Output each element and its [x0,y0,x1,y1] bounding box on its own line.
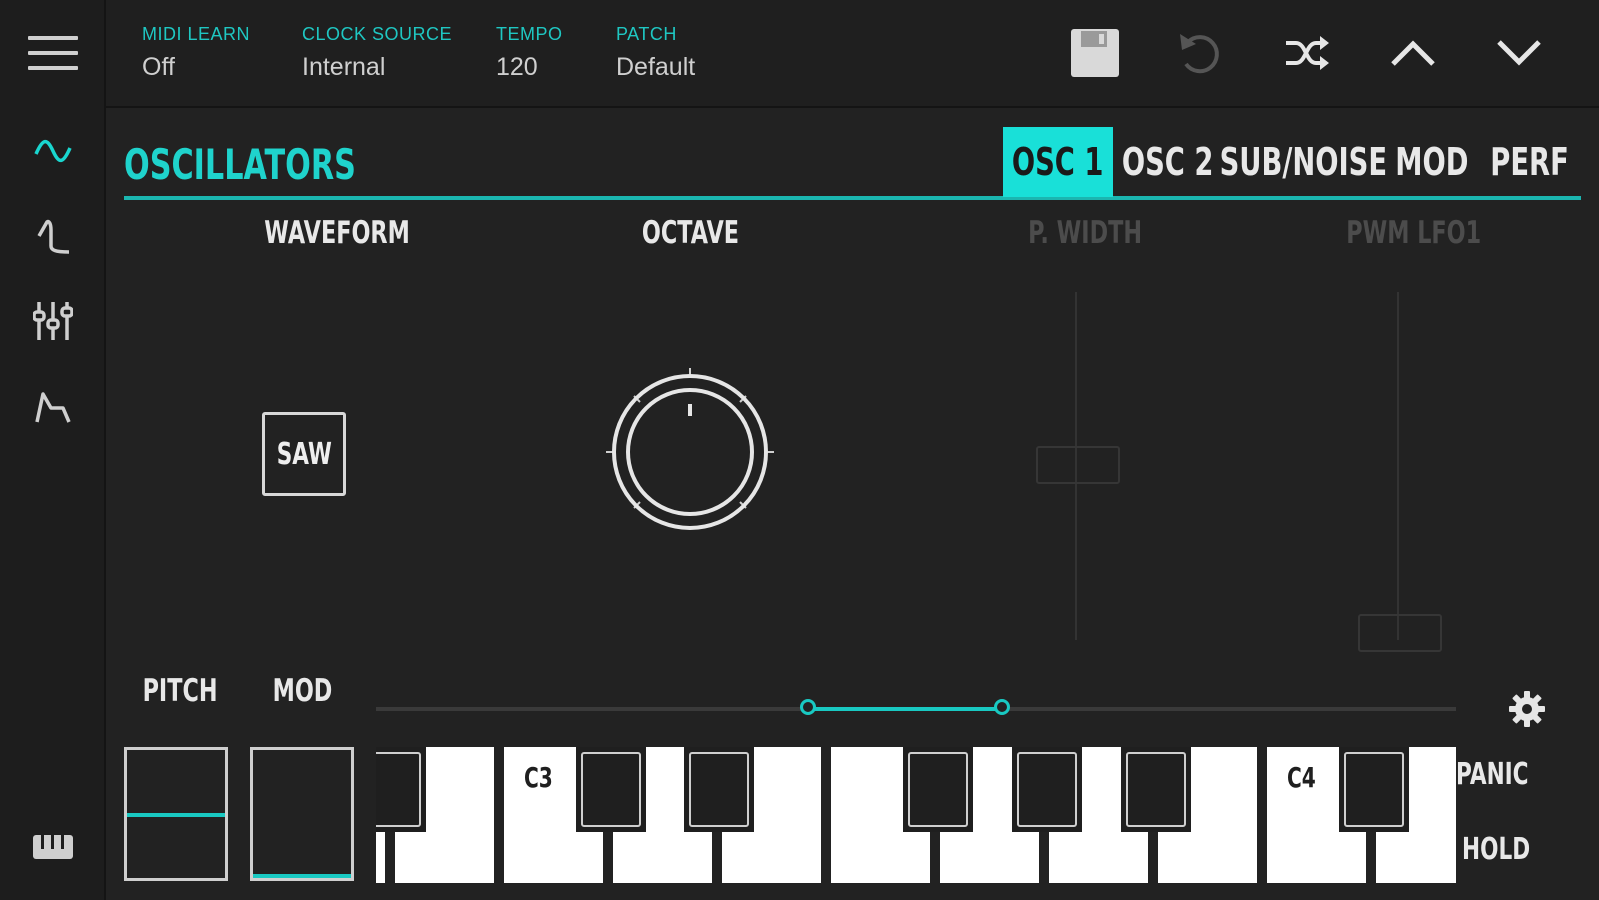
patch-label: PATCH [616,24,677,44]
midi-learn-value: Off [142,53,175,81]
keyboard-range-selection [808,707,1002,711]
tempo-value: 120 [496,53,538,81]
black-key[interactable] [576,747,646,832]
piano-keyboard[interactable]: C3 C4 [376,747,1456,883]
keyboard-toggle-icon[interactable] [22,816,84,878]
tab-osc1[interactable]: OSC 1 [1003,127,1113,197]
patch-value: Default [616,53,696,81]
waveform-button[interactable]: SAW [262,412,346,496]
tab-osc2[interactable]: OSC 2 [1118,127,1218,197]
tab-sub-noise[interactable]: SUB/NOISE [1219,127,1387,197]
patch-selector[interactable]: PATCH Default [616,24,695,82]
pwm-lfo1-label: PWM LFO1 [1346,215,1482,251]
black-key[interactable] [1339,747,1409,832]
mod-wheel-position [253,874,351,878]
hold-button[interactable]: HOLD [1462,832,1557,867]
keyboard-range-slider[interactable] [376,699,1456,715]
black-key[interactable] [903,747,973,832]
chevron-down-icon[interactable] [1488,22,1550,84]
tab-perf[interactable]: PERF [1488,127,1572,197]
panic-button[interactable]: PANIC [1456,757,1557,792]
black-key[interactable] [1121,747,1191,832]
top-bar: MIDI LEARN Off CLOCK SOURCE Internal TEM… [106,0,1599,108]
c3-label: C3 [524,761,553,794]
pwm-lfo1-slider-handle[interactable] [1358,614,1442,652]
clock-source-selector[interactable]: CLOCK SOURCE Internal [302,24,452,82]
chevron-up-icon[interactable] [1382,22,1444,84]
range-start-handle[interactable] [800,699,816,715]
midi-learn-selector[interactable]: MIDI LEARN Off [142,24,250,82]
menu-icon[interactable] [22,22,84,84]
range-end-handle[interactable] [994,699,1010,715]
mixer-icon[interactable] [22,290,84,352]
tempo-label: TEMPO [496,24,563,44]
tab-mod[interactable]: MOD [1392,127,1472,197]
mod-wheel[interactable] [250,747,354,881]
waveform-label: WAVEFORM [264,215,410,251]
octave-label: OCTAVE [641,215,739,251]
envelope-icon[interactable] [22,375,84,437]
left-rail [0,0,106,900]
clock-source-value: Internal [302,53,386,81]
c4-label: C4 [1287,761,1316,794]
save-icon[interactable] [1064,22,1126,84]
filter-icon[interactable] [22,205,84,267]
midi-learn-label: MIDI LEARN [142,24,251,44]
shuffle-icon[interactable] [1276,22,1338,84]
mod-label: MOD [272,673,332,709]
black-key[interactable] [376,747,426,832]
pwm-lfo1-slider-track[interactable] [1397,292,1399,640]
octave-knob[interactable] [600,362,780,542]
pulse-width-label: P. WIDTH [1028,215,1143,251]
undo-icon[interactable] [1168,22,1230,84]
black-key[interactable] [1012,747,1082,832]
settings-gear-icon[interactable] [1507,689,1547,729]
pitch-wheel[interactable] [124,747,228,881]
oscillator-wave-icon[interactable] [22,120,84,182]
pitch-wheel-position [127,813,225,817]
pitch-label: PITCH [142,673,218,709]
pulse-width-slider-handle[interactable] [1036,446,1120,484]
black-key[interactable] [684,747,754,832]
tempo-selector[interactable]: TEMPO 120 [496,24,563,82]
clock-source-label: CLOCK SOURCE [302,24,453,44]
section-title: OSCILLATORS [124,140,356,189]
